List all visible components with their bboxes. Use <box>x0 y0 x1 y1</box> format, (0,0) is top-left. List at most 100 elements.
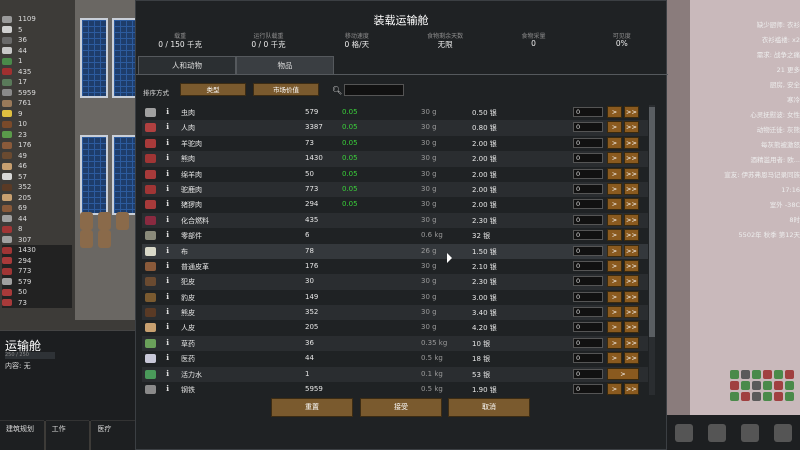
alert-message[interactable]: 17:16 <box>710 183 800 198</box>
item-row[interactable]: ℹ︎ 羊驼肉 73 0.05 30 g 2.00 银 0 > >> <box>142 136 648 151</box>
alert-message[interactable]: 衣衫褴褛: x2 <box>710 33 800 48</box>
alert-message[interactable]: 宣友: 伊苏弗恩马记录同族 <box>710 168 800 183</box>
quantity-field[interactable]: 0 <box>573 260 603 271</box>
info-icon[interactable]: ℹ︎ <box>166 184 175 193</box>
info-icon[interactable]: ℹ︎ <box>166 261 175 270</box>
solar-panel[interactable] <box>80 135 108 215</box>
add-one-button[interactable]: > <box>607 198 622 211</box>
resource-entry[interactable]: 57 <box>2 172 72 183</box>
reset-button[interactable]: 重置 <box>271 398 353 417</box>
quantity-field[interactable]: 0 <box>573 199 603 210</box>
item-row[interactable]: ℹ︎ 草药 36 0.35 kg 10 银 0 > >> <box>142 335 648 352</box>
add-all-button[interactable]: >> <box>624 152 639 165</box>
resource-entry[interactable]: 1430 <box>2 245 72 256</box>
toggle-icon[interactable] <box>785 381 794 390</box>
toggle-icon[interactable] <box>763 381 772 390</box>
add-one-button[interactable]: > <box>607 136 622 149</box>
toggle-icon[interactable] <box>741 370 750 379</box>
alert-message[interactable]: 寒冷 <box>710 93 800 108</box>
quantity-field[interactable]: 0 <box>573 153 603 164</box>
toggle-icon[interactable] <box>774 370 783 379</box>
add-one-button[interactable]: > <box>607 152 622 165</box>
info-icon[interactable]: ℹ︎ <box>166 199 175 208</box>
resource-entry[interactable]: 773 <box>2 266 72 277</box>
scrollbar[interactable] <box>649 105 655 395</box>
info-icon[interactable]: ℹ︎ <box>166 307 175 316</box>
resource-entry[interactable]: 5 <box>2 25 72 36</box>
bank-icon[interactable] <box>674 423 693 442</box>
resource-entry[interactable]: 1 <box>2 56 72 67</box>
quantity-field[interactable]: 0 <box>573 291 603 302</box>
resource-entry[interactable]: 176 <box>2 140 72 151</box>
alert-message[interactable]: 酒精滥用者: 欧... <box>710 153 800 168</box>
add-all-button[interactable]: >> <box>624 321 639 334</box>
resource-entry[interactable]: 10 <box>2 119 72 130</box>
barrel[interactable] <box>80 212 93 230</box>
lightbulb-icon[interactable] <box>707 423 726 442</box>
quantity-field[interactable]: 0 <box>573 322 603 333</box>
quantity-field[interactable]: 0 <box>573 137 603 148</box>
alert-message[interactable]: 缺少厨师: 衣衫 <box>710 18 800 33</box>
toggle-icon[interactable] <box>752 392 761 401</box>
resource-entry[interactable]: 435 <box>2 67 72 78</box>
tab-architect[interactable]: 建筑规划 <box>0 420 44 450</box>
resource-entry[interactable]: 579 <box>2 276 72 287</box>
info-icon[interactable]: ℹ︎ <box>166 384 175 393</box>
toggle-icon[interactable] <box>741 381 750 390</box>
resource-entry[interactable]: 8 <box>2 224 72 235</box>
add-one-button[interactable]: > <box>607 259 622 272</box>
add-all-button[interactable]: >> <box>624 259 639 272</box>
info-icon[interactable]: ℹ︎ <box>166 138 175 147</box>
item-row[interactable]: ℹ︎ 活力水 1 0.1 kg 53 银 0 > <box>142 366 648 383</box>
alert-message[interactable]: 厨房, 安全 <box>710 78 800 93</box>
info-icon[interactable]: ℹ︎ <box>166 215 175 224</box>
quantity-field[interactable]: 0 <box>573 245 603 256</box>
quantity-field[interactable]: 0 <box>573 183 603 194</box>
resource-entry[interactable]: 352 <box>2 182 72 193</box>
resource-entry[interactable]: 69 <box>2 203 72 214</box>
add-one-button[interactable]: > <box>607 182 622 195</box>
toggle-icon[interactable] <box>752 381 761 390</box>
resource-entry[interactable]: 9 <box>2 109 72 120</box>
info-icon[interactable]: ℹ︎ <box>166 122 175 131</box>
toggle-icon[interactable] <box>763 392 772 401</box>
alert-message[interactable]: 每灰熊被激怒 <box>710 138 800 153</box>
resource-entry[interactable]: 36 <box>2 35 72 46</box>
info-icon[interactable]: ℹ︎ <box>166 153 175 162</box>
add-all-button[interactable]: >> <box>624 306 639 319</box>
quantity-field[interactable]: 0 <box>573 337 603 348</box>
toggle-icon[interactable] <box>741 392 750 401</box>
tab-items[interactable]: 物品 <box>236 56 334 74</box>
info-icon[interactable]: ℹ︎ <box>166 230 175 239</box>
add-one-button[interactable]: > <box>607 229 622 242</box>
add-all-button[interactable]: >> <box>624 198 639 211</box>
info-icon[interactable]: ℹ︎ <box>166 107 175 116</box>
add-all-button[interactable]: >> <box>624 244 639 257</box>
info-icon[interactable]: ℹ︎ <box>166 338 175 347</box>
alert-message[interactable]: 5502年 秋季 第12天 <box>710 228 800 243</box>
add-all-button[interactable]: >> <box>624 213 639 226</box>
add-one-button[interactable]: > <box>607 290 622 303</box>
alert-message[interactable]: 21 更多 <box>710 63 800 78</box>
add-one-button[interactable]: > <box>607 121 622 134</box>
item-row[interactable]: ℹ︎ 化合燃料 435 30 g 2.30 银 0 > >> <box>142 212 648 229</box>
tab-medical[interactable]: 医疗 <box>91 420 136 450</box>
toggle-icon[interactable] <box>763 370 772 379</box>
toggle-icon[interactable] <box>785 392 794 401</box>
info-icon[interactable]: ℹ︎ <box>166 246 175 255</box>
resource-entry[interactable]: 44 <box>2 46 72 57</box>
resource-entry[interactable]: 205 <box>2 193 72 204</box>
sort-value-button[interactable]: 市场价值 <box>253 83 319 96</box>
quantity-field[interactable]: 0 <box>573 384 603 395</box>
info-icon[interactable]: ℹ︎ <box>166 292 175 301</box>
info-icon[interactable]: ℹ︎ <box>166 169 175 178</box>
item-row[interactable]: ℹ︎ 虫肉 579 0.05 30 g 0.50 银 0 > >> <box>142 105 648 120</box>
add-one-button[interactable]: > <box>607 352 622 365</box>
item-row[interactable]: ℹ︎ 普通皮革 176 30 g 2.10 银 0 > >> <box>142 259 648 274</box>
add-all-button[interactable]: >> <box>624 167 639 180</box>
resource-entry[interactable]: 307 <box>2 235 72 246</box>
add-all-button[interactable]: >> <box>624 136 639 149</box>
item-row[interactable]: ℹ︎ 绵羊肉 50 0.05 30 g 2.00 银 0 > >> <box>142 167 648 182</box>
quantity-field[interactable]: 0 <box>573 230 603 241</box>
alert-message[interactable]: 动物迁徙: 灰熊 <box>710 123 800 138</box>
